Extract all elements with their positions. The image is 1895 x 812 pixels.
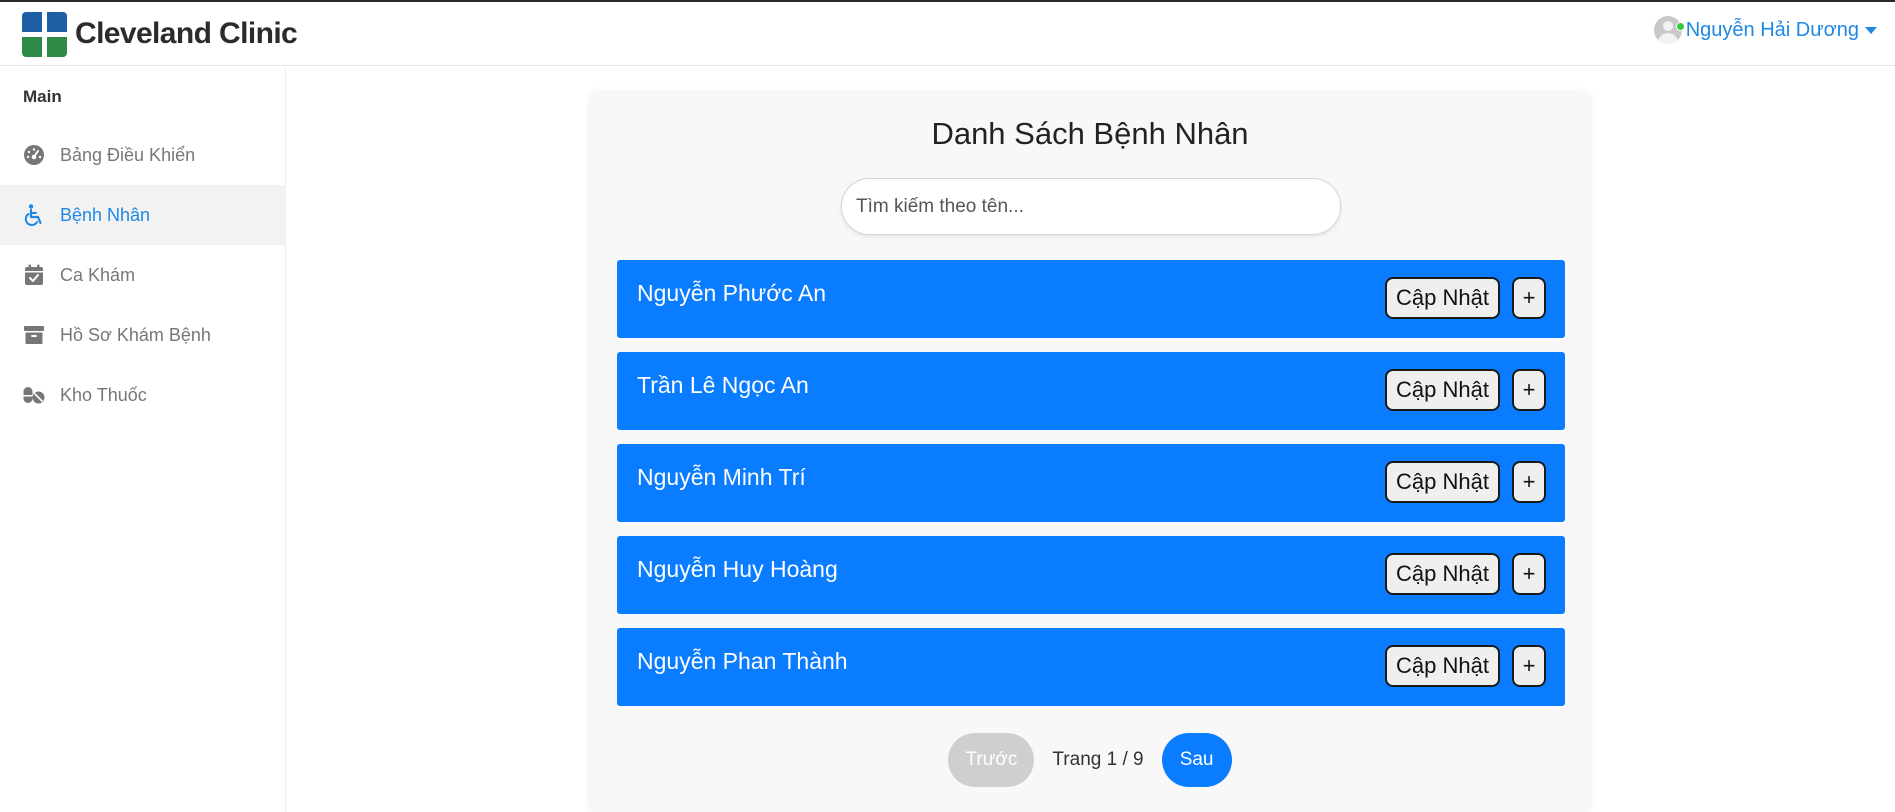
user-menu[interactable]: Nguyễn Hải Dương — [1653, 16, 1877, 44]
sidebar-item-patients[interactable]: Bệnh Nhân — [0, 185, 286, 245]
update-button[interactable]: Cập Nhật — [1385, 461, 1500, 503]
sidebar-nav: Bảng Điều Khiển Bệnh Nhân Ca Khám Hồ Sơ … — [0, 125, 286, 425]
gauge-icon — [22, 143, 46, 167]
sidebar-item-medical-records[interactable]: Hồ Sơ Khám Bệnh — [0, 305, 286, 365]
list-item: Nguyễn Huy Hoàng Cập Nhật + — [617, 536, 1565, 614]
sidebar-item-pharmacy[interactable]: Kho Thuốc — [0, 365, 286, 425]
logo-mark-icon — [22, 11, 67, 57]
sidebar-item-label: Bệnh Nhân — [60, 204, 151, 225]
list-item: Nguyễn Phan Thành Cập Nhật + — [617, 628, 1565, 706]
page-title: Danh Sách Bệnh Nhân — [931, 116, 1249, 151]
update-button[interactable]: Cập Nhật — [1385, 277, 1500, 319]
sidebar: Main Bảng Điều Khiển Bệnh Nhân Ca Khám H… — [0, 67, 286, 812]
pills-icon — [22, 383, 46, 407]
list-item: Nguyễn Minh Trí Cập Nhật + — [617, 444, 1565, 522]
cleveland-clinic-logo[interactable]: Cleveland Clinic — [22, 11, 298, 57]
sidebar-item-label: Hồ Sơ Khám Bệnh — [60, 324, 211, 345]
add-button[interactable]: + — [1512, 461, 1546, 503]
patient-list-card: Danh Sách Bệnh Nhân Nguyễn Phước An Cập … — [590, 92, 1590, 812]
next-page-button[interactable]: Sau — [1161, 733, 1232, 787]
add-button[interactable]: + — [1512, 277, 1546, 319]
sidebar-section-title: Main — [23, 87, 62, 106]
patient-name: Nguyễn Phan Thành — [637, 648, 848, 674]
add-button[interactable]: + — [1512, 645, 1546, 687]
top-header: Cleveland Clinic Nguyễn Hải Dương — [0, 2, 1895, 66]
update-button[interactable]: Cập Nhật — [1385, 369, 1500, 411]
calendar-check-icon — [22, 263, 46, 287]
add-button[interactable]: + — [1512, 369, 1546, 411]
user-name[interactable]: Nguyễn Hải Dương — [1686, 19, 1859, 42]
update-button[interactable]: Cập Nhật — [1385, 645, 1500, 687]
sidebar-item-appointments[interactable]: Ca Khám — [0, 245, 286, 305]
sidebar-item-label: Ca Khám — [60, 264, 136, 285]
search-input[interactable] — [841, 178, 1341, 235]
archive-icon — [22, 323, 46, 347]
list-item: Nguyễn Phước An Cập Nhật + — [617, 260, 1565, 338]
patient-name: Nguyễn Minh Trí — [637, 464, 806, 490]
online-status-icon — [1675, 22, 1685, 31]
caret-down-icon[interactable] — [1865, 26, 1877, 34]
sidebar-item-label: Bảng Điều Khiển — [60, 144, 196, 165]
sidebar-item-label: Kho Thuốc — [60, 384, 147, 405]
sidebar-item-dashboard[interactable]: Bảng Điều Khiển — [0, 125, 286, 185]
patient-name: Nguyễn Huy Hoàng — [637, 556, 838, 582]
page-indicator: Trang 1 / 9 — [1052, 749, 1144, 770]
patient-name: Trần Lê Ngọc An — [637, 372, 809, 398]
patient-list: Nguyễn Phước An Cập Nhật + Trần Lê Ngọc … — [617, 260, 1565, 720]
update-button[interactable]: Cập Nhật — [1385, 553, 1500, 595]
list-item: Trần Lê Ngọc An Cập Nhật + — [617, 352, 1565, 430]
patient-name: Nguyễn Phước An — [637, 280, 827, 306]
pagination: Trước Trang 1 / 9 Sau — [590, 733, 1590, 787]
wheelchair-icon — [22, 203, 46, 227]
previous-page-button[interactable]: Trước — [948, 733, 1035, 787]
brand-name: Cleveland Clinic — [75, 17, 298, 50]
add-button[interactable]: + — [1512, 553, 1546, 595]
